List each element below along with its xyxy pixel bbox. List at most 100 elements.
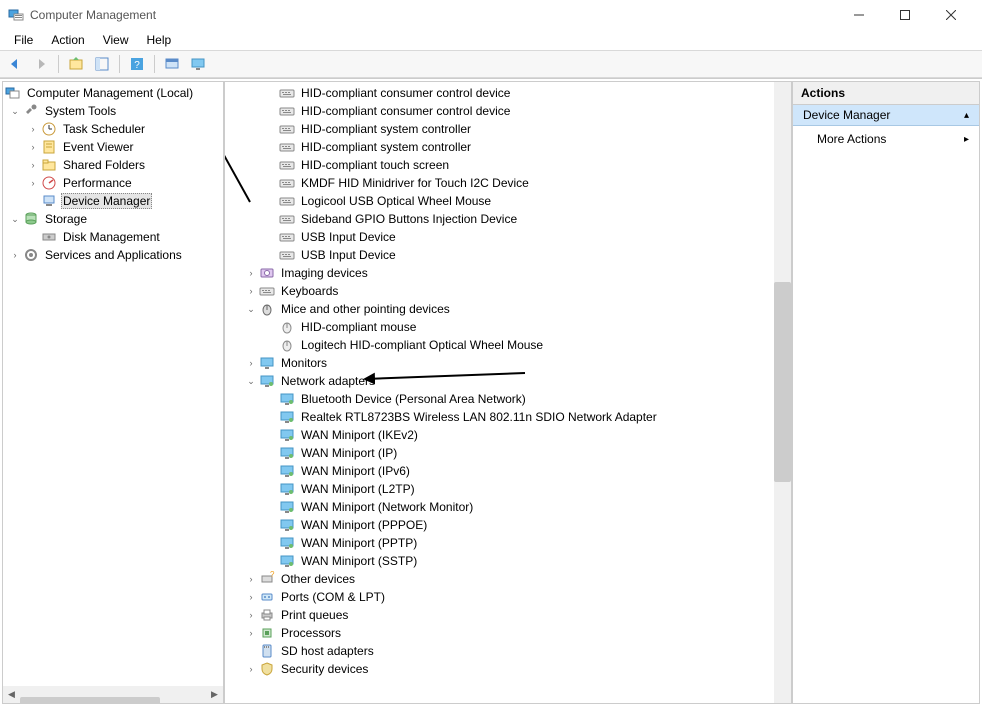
console-tree[interactable]: Computer Management (Local) ⌄ System Too…: [3, 82, 223, 686]
category-sd[interactable]: SD host adapters: [225, 642, 791, 660]
device-hid[interactable]: HID-compliant system controller: [225, 120, 791, 138]
device-network[interactable]: Bluetooth Device (Personal Area Network): [225, 390, 791, 408]
device-network[interactable]: WAN Miniport (Network Monitor): [225, 498, 791, 516]
device-label: Sideband GPIO Buttons Injection Device: [299, 212, 519, 226]
category-security[interactable]: › Security devices: [225, 660, 791, 678]
device-network[interactable]: WAN Miniport (IKEv2): [225, 426, 791, 444]
chevron-right-icon[interactable]: ›: [245, 609, 257, 621]
expander-spacer: [265, 249, 277, 261]
tree-task-scheduler[interactable]: › Task Scheduler: [3, 120, 223, 138]
device-hid[interactable]: HID-compliant consumer control device: [225, 102, 791, 120]
expander-spacer: [265, 177, 277, 189]
minimize-button[interactable]: [836, 0, 882, 30]
device-label: Bluetooth Device (Personal Area Network): [299, 392, 528, 406]
device-hid[interactable]: Sideband GPIO Buttons Injection Device: [225, 210, 791, 228]
device-network[interactable]: WAN Miniport (IP): [225, 444, 791, 462]
maximize-button[interactable]: [882, 0, 928, 30]
device-mouse[interactable]: HID-compliant mouse: [225, 318, 791, 336]
kbd-icon: [279, 175, 295, 191]
device-network[interactable]: WAN Miniport (PPPOE): [225, 516, 791, 534]
tree-label: Shared Folders: [61, 158, 147, 172]
tree-system-tools[interactable]: ⌄ System Tools: [3, 102, 223, 120]
menu-file[interactable]: File: [6, 31, 41, 49]
chevron-right-icon[interactable]: ›: [245, 357, 257, 369]
vertical-scrollbar[interactable]: [774, 82, 791, 703]
device-label: USB Input Device: [299, 248, 398, 262]
category-print[interactable]: › Print queues: [225, 606, 791, 624]
device-network[interactable]: Realtek RTL8723BS Wireless LAN 802.11n S…: [225, 408, 791, 426]
tree-root[interactable]: Computer Management (Local): [3, 84, 223, 102]
scroll-right-icon[interactable]: ▶: [206, 689, 223, 700]
category-imaging[interactable]: › Imaging devices: [225, 264, 791, 282]
toolbar: ?: [0, 50, 982, 78]
device-network[interactable]: WAN Miniport (SSTP): [225, 552, 791, 570]
close-button[interactable]: [928, 0, 974, 30]
forward-button[interactable]: [30, 53, 52, 75]
category-other[interactable]: › ? Other devices: [225, 570, 791, 588]
scroll-thumb[interactable]: [774, 282, 791, 482]
category-monitors[interactable]: › Monitors: [225, 354, 791, 372]
chevron-down-icon[interactable]: ⌄: [245, 375, 257, 387]
tree-services[interactable]: › Services and Applications: [3, 246, 223, 264]
chevron-right-icon[interactable]: ›: [245, 267, 257, 279]
menu-view[interactable]: View: [95, 31, 137, 49]
tree-performance[interactable]: › Performance: [3, 174, 223, 192]
menu-action[interactable]: Action: [43, 31, 92, 49]
device-tree[interactable]: HID-compliant consumer control device HI…: [225, 82, 791, 703]
chevron-right-icon[interactable]: ›: [245, 627, 257, 639]
device-hid[interactable]: USB Input Device: [225, 246, 791, 264]
help-button[interactable]: ?: [126, 53, 148, 75]
expander-spacer: [265, 231, 277, 243]
chevron-right-icon[interactable]: ›: [245, 285, 257, 297]
chevron-right-icon[interactable]: ›: [27, 159, 39, 171]
device-mouse[interactable]: Logitech HID-compliant Optical Wheel Mou…: [225, 336, 791, 354]
chevron-down-icon[interactable]: ⌄: [9, 105, 21, 117]
chevron-down-icon[interactable]: ⌄: [9, 213, 21, 225]
device-hid[interactable]: HID-compliant consumer control device: [225, 84, 791, 102]
device-hid[interactable]: HID-compliant touch screen: [225, 156, 791, 174]
device-hid[interactable]: USB Input Device: [225, 228, 791, 246]
device-hid[interactable]: KMDF HID Minidriver for Touch I2C Device: [225, 174, 791, 192]
tree-event-viewer[interactable]: › Event Viewer: [3, 138, 223, 156]
device-network[interactable]: WAN Miniport (L2TP): [225, 480, 791, 498]
chevron-right-icon[interactable]: ›: [27, 141, 39, 153]
menu-help[interactable]: Help: [139, 31, 180, 49]
chevron-right-icon[interactable]: ›: [27, 177, 39, 189]
device-hid[interactable]: HID-compliant system controller: [225, 138, 791, 156]
net-icon: [279, 517, 295, 533]
tree-disk-management[interactable]: Disk Management: [3, 228, 223, 246]
category-processors[interactable]: › Processors: [225, 624, 791, 642]
actions-context[interactable]: Device Manager ▴: [793, 105, 979, 126]
category-mice[interactable]: ⌄ Mice and other pointing devices: [225, 300, 791, 318]
chevron-down-icon[interactable]: ⌄: [245, 303, 257, 315]
expander-spacer: [265, 429, 277, 441]
category-network[interactable]: ⌄ Network adapters: [225, 372, 791, 390]
tree-shared-folders[interactable]: › Shared Folders: [3, 156, 223, 174]
actions-more[interactable]: More Actions ▸: [793, 126, 979, 152]
tree-root-label: Computer Management (Local): [25, 86, 195, 100]
expander-spacer: [265, 321, 277, 333]
chevron-right-icon[interactable]: ›: [27, 123, 39, 135]
chevron-right-icon[interactable]: ›: [245, 573, 257, 585]
chevron-right-icon[interactable]: ›: [245, 663, 257, 675]
mouse-icon: [279, 319, 295, 335]
up-button[interactable]: [65, 53, 87, 75]
device-network[interactable]: WAN Miniport (PPTP): [225, 534, 791, 552]
tree-device-manager[interactable]: Device Manager: [3, 192, 223, 210]
horizontal-scrollbar[interactable]: ◀ ▶: [3, 686, 223, 703]
tree-storage[interactable]: ⌄ Storage: [3, 210, 223, 228]
chevron-right-icon[interactable]: ›: [9, 249, 21, 261]
category-ports[interactable]: › Ports (COM & LPT): [225, 588, 791, 606]
device-hid[interactable]: Logicool USB Optical Wheel Mouse: [225, 192, 791, 210]
monitor-button[interactable]: [187, 53, 209, 75]
scroll-left-icon[interactable]: ◀: [3, 689, 20, 700]
category-keyboards[interactable]: › Keyboards: [225, 282, 791, 300]
expander-spacer: [265, 393, 277, 405]
device-network[interactable]: WAN Miniport (IPv6): [225, 462, 791, 480]
show-hide-tree-button[interactable]: [91, 53, 113, 75]
back-button[interactable]: [4, 53, 26, 75]
chevron-right-icon[interactable]: ›: [245, 591, 257, 603]
scroll-thumb[interactable]: [20, 697, 160, 705]
toolbar-separator: [154, 55, 155, 73]
scan-button[interactable]: [161, 53, 183, 75]
